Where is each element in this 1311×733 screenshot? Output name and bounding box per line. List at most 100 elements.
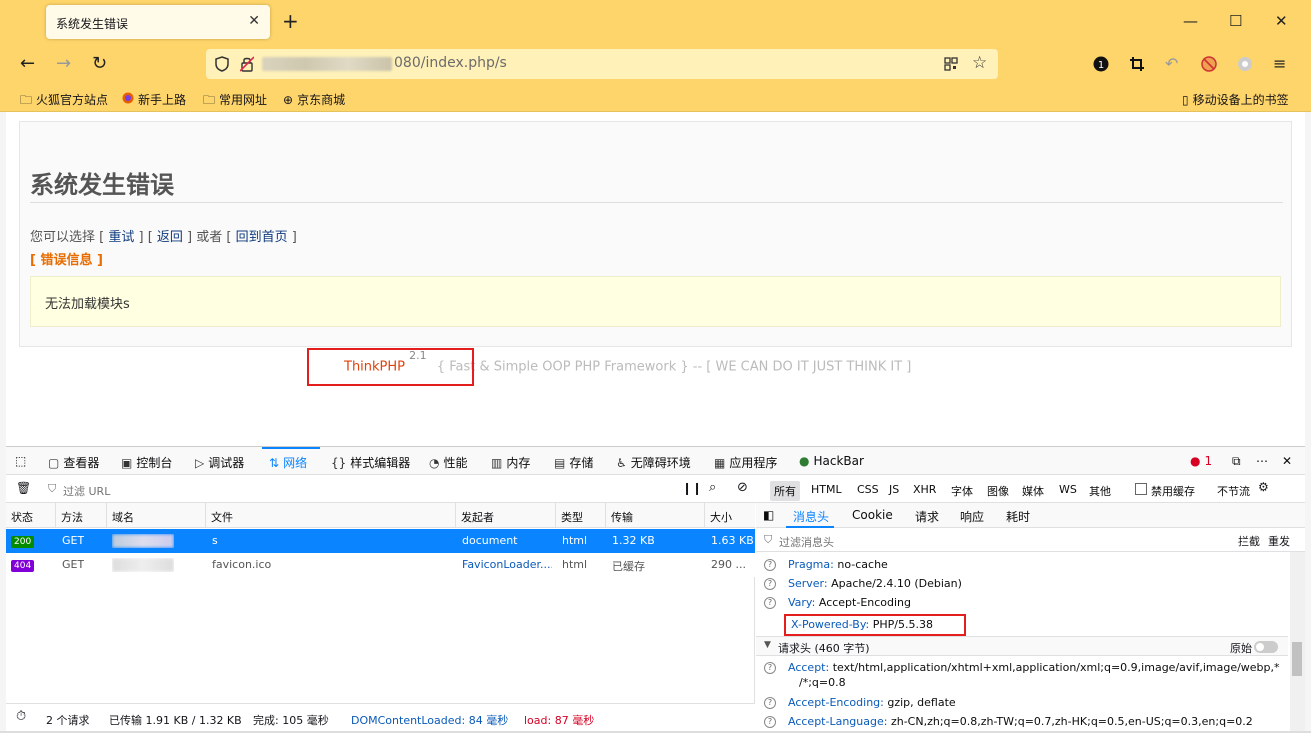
header-row[interactable]: ? Accept-Encoding: gzip, deflate — [764, 696, 956, 709]
close-devtools-icon[interactable]: ✕ — [1282, 454, 1292, 468]
help-icon[interactable]: ? — [764, 559, 776, 571]
col-file[interactable]: 文件 — [211, 509, 233, 525]
tab-network[interactable]: ⇅ 网络 — [269, 454, 307, 471]
resend-button[interactable]: 重发 — [1268, 533, 1290, 549]
block-button[interactable]: 拦截 — [1238, 533, 1260, 549]
scrollbar-thumb[interactable] — [1292, 642, 1302, 676]
header-row[interactable]: ? Accept-Language: zh-CN,zh;q=0.8,zh-TW;q… — [764, 715, 1253, 728]
retry-link[interactable]: 重试 — [108, 230, 134, 245]
help-icon[interactable]: ? — [764, 597, 776, 609]
toggle-sidebar-icon[interactable]: ◧ — [763, 508, 774, 522]
header-row[interactable]: ? Pragma: no-cache — [764, 558, 888, 571]
tab-performance[interactable]: ◔ 性能 — [429, 454, 468, 471]
bookmark-common-sites[interactable]: 🗀 常用网址 — [203, 91, 267, 112]
tab-close-icon[interactable]: ✕ — [248, 13, 260, 29]
filter-headers-input[interactable]: 过滤消息头 — [779, 534, 834, 550]
bookmark-star-icon[interactable]: ☆ — [972, 53, 987, 73]
filter-xhr[interactable]: XHR — [913, 483, 936, 496]
browser-tab[interactable]: 系统发生错误 ✕ — [46, 5, 270, 39]
table-row[interactable]: 404 GET favicon.ico FaviconLoader.... ht… — [6, 553, 755, 577]
url-bar[interactable]: 080/index.php/s ☆ — [206, 49, 998, 79]
network-settings-gear-icon[interactable]: ⚙ — [1258, 480, 1269, 494]
tab-debugger[interactable]: ▷ 调试器 — [195, 454, 244, 471]
header-row[interactable]: ? Accept: text/html,application/xhtml+xml… — [764, 661, 1280, 674]
col-transferred[interactable]: 传输 — [611, 509, 633, 525]
maximize-button[interactable]: ☐ — [1229, 12, 1242, 30]
home-link[interactable]: 回到首页 — [236, 230, 288, 245]
col-size[interactable]: 大小 — [710, 509, 732, 525]
tab-style-editor[interactable]: {} 样式编辑器 — [331, 454, 410, 471]
bookmark-firefox-site[interactable]: 🗀 火狐官方站点 — [20, 91, 108, 112]
block-extension-icon[interactable] — [1201, 56, 1217, 72]
shield-icon[interactable] — [215, 56, 229, 72]
filter-url-input[interactable]: 过滤 URL — [63, 483, 110, 499]
col-status[interactable]: 状态 — [11, 509, 33, 525]
help-icon[interactable]: ? — [764, 578, 776, 590]
minimize-button[interactable]: — — [1183, 12, 1198, 30]
header-row[interactable]: ? Vary: Accept-Encoding — [764, 596, 911, 609]
more-options-icon[interactable]: ⋯ — [1256, 454, 1268, 468]
back-button[interactable]: ← — [20, 54, 35, 74]
request-initiator[interactable]: FaviconLoader.... — [462, 558, 552, 571]
col-type[interactable]: 类型 — [561, 509, 583, 525]
tab-request[interactable]: 请求 — [915, 508, 939, 525]
help-icon[interactable]: ? — [764, 697, 776, 709]
extension-gear-icon[interactable] — [1237, 56, 1253, 72]
notification-badge-icon[interactable]: 1 — [1093, 56, 1109, 72]
collapse-triangle-icon[interactable]: ▼ — [764, 640, 771, 650]
dock-side-icon[interactable]: ⧉ — [1232, 454, 1241, 469]
filter-html[interactable]: HTML — [811, 483, 842, 496]
filter-fonts[interactable]: 字体 — [951, 483, 973, 499]
close-window-button[interactable]: ✕ — [1275, 12, 1288, 30]
url-text[interactable]: 080/index.php/s — [394, 55, 507, 71]
col-domain[interactable]: 域名 — [112, 509, 134, 525]
mobile-bookmarks[interactable]: ▯ 移动设备上的书签 — [1182, 91, 1289, 108]
timer-icon[interactable]: ⏱ — [16, 709, 26, 724]
bookmark-jd[interactable]: ⊕ 京东商城 — [283, 91, 345, 108]
disable-cache-checkbox[interactable] — [1135, 483, 1147, 495]
details-scrollbar[interactable] — [1290, 552, 1305, 732]
tab-application[interactable]: ▦ 应用程序 — [714, 454, 777, 471]
insecure-lock-icon[interactable] — [240, 56, 254, 72]
tab-headers[interactable]: 消息头 — [793, 508, 829, 525]
filter-media[interactable]: 媒体 — [1022, 483, 1044, 499]
tab-response[interactable]: 响应 — [960, 508, 984, 525]
tab-cookie[interactable]: Cookie — [852, 508, 893, 522]
pause-icon[interactable]: ❙❙ — [682, 481, 702, 495]
help-icon[interactable]: ? — [764, 716, 776, 728]
back-link[interactable]: 返回 — [157, 230, 183, 245]
new-tab-button[interactable]: + — [282, 9, 299, 33]
col-initiator[interactable]: 发起者 — [461, 509, 494, 525]
tab-accessibility[interactable]: ♿ 无障碍环境 — [616, 454, 691, 471]
filter-images[interactable]: 图像 — [987, 483, 1009, 499]
tab-console[interactable]: ▣ 控制台 — [121, 454, 172, 471]
col-method[interactable]: 方法 — [61, 509, 83, 525]
qr-code-icon[interactable] — [944, 57, 958, 71]
menu-icon[interactable]: ≡ — [1273, 54, 1286, 74]
tab-hackbar[interactable]: ● HackBar — [799, 454, 864, 468]
filter-css[interactable]: CSS — [857, 483, 879, 496]
help-icon[interactable]: ? — [764, 662, 776, 674]
table-row[interactable]: 200 GET s document html 1.32 KB 1.63 KB — [6, 529, 755, 553]
block-requests-icon[interactable]: ⊘ — [737, 480, 748, 495]
search-icon[interactable]: ⌕ — [709, 480, 716, 495]
undo-icon[interactable]: ↶ — [1165, 54, 1178, 74]
throttle-select[interactable]: 不节流 — [1217, 483, 1250, 499]
error-count-badge[interactable]: ● 1 — [1190, 454, 1212, 468]
trash-icon[interactable]: 🗑 — [16, 481, 31, 495]
raw-toggle-switch[interactable] — [1254, 641, 1278, 653]
bookmark-getting-started[interactable]: 新手上路 — [122, 91, 186, 108]
filter-other[interactable]: 其他 — [1089, 483, 1111, 499]
reload-button[interactable]: ↻ — [92, 54, 107, 74]
filter-ws[interactable]: WS — [1059, 483, 1077, 496]
tab-storage[interactable]: ▤ 存储 — [554, 454, 593, 471]
filter-js[interactable]: JS — [889, 483, 899, 496]
tab-memory[interactable]: ▥ 内存 — [491, 454, 530, 471]
tab-timings[interactable]: 耗时 — [1006, 508, 1030, 525]
header-row[interactable]: ? Server: Apache/2.4.10 (Debian) — [764, 577, 962, 590]
crop-screenshot-icon[interactable] — [1129, 56, 1145, 72]
filter-all[interactable]: 所有 — [770, 481, 800, 501]
tab-inspector[interactable]: ▢ 查看器 — [48, 454, 99, 471]
element-picker-icon[interactable]: ⬚ — [15, 454, 26, 468]
forward-button[interactable]: → — [56, 54, 71, 74]
